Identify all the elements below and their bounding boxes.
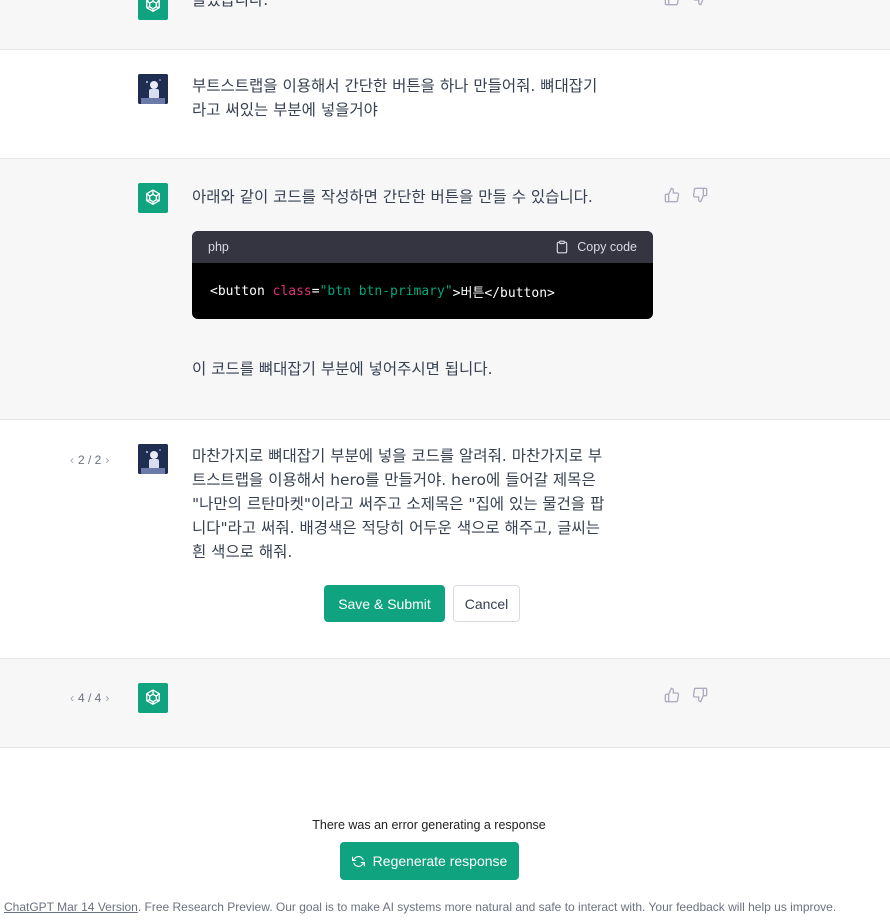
message-line: 마찬가지로 뼈대잡기 부분에 넣을 코드를 알려줘. 마찬가지로 부: [192, 447, 603, 465]
avatar: [138, 74, 168, 104]
thumbs-down-icon[interactable]: [692, 187, 708, 203]
assistant-intro-text: 아래와 같이 코드를 작성하면 간단한 버튼을 만들 수 있습니다.: [192, 188, 593, 206]
feedback-buttons: [664, 187, 708, 203]
clipboard-icon: [556, 240, 568, 254]
assistant-outro-text: 이 코드를 뼈대잡기 부분에 넣어주시면 됩니다.: [192, 360, 493, 378]
assistant-message: 아래와 같이 코드를 작성하면 간단한 버튼을 만들 수 있습니다. php C…: [0, 159, 890, 420]
thumbs-down-icon[interactable]: [692, 687, 708, 703]
message-line: 흰 색으로 해줘.: [192, 543, 293, 561]
code-block: php Copy code <button class = "btn btn-pri…: [192, 231, 653, 319]
assistant-avatar: [138, 683, 168, 713]
chevron-left-icon[interactable]: ‹: [70, 691, 74, 705]
version-link[interactable]: ChatGPT Mar 14 Version: [4, 900, 138, 914]
code-content: <button class = "btn btn-primary" >버튼</butt…: [192, 263, 653, 319]
message-line: "나만의 르탄마켓"이라고 써주고 소제목은 "집에 있는 물건을 팝: [192, 495, 605, 513]
user-message-editing: ‹ 2 / 2 › 마찬가지로 뼈대잡기 부분에 넣을 코드를 알려줘. 마찬가…: [0, 420, 890, 659]
code-header: php Copy code: [192, 231, 653, 263]
thumbs-up-icon[interactable]: [664, 187, 680, 203]
message-pager: ‹ 4 / 4 ›: [70, 691, 109, 705]
code-inner: >버튼</button>: [452, 285, 555, 301]
openai-logo-icon: [146, 689, 160, 705]
assistant-avatar: [138, 0, 168, 20]
message-line: 니다"라고 써줘. 배경색은 적당히 어두운 색으로 해주고, 글씨는: [192, 519, 600, 537]
user-message-text: 부트스트랩을 이용해서 간단한 버튼을 하나 만들어줘. 뼈대잡기 라고 써있는…: [192, 74, 654, 122]
feedback-buttons: [664, 0, 708, 6]
avatar: [138, 444, 168, 474]
save-submit-button[interactable]: Save & Submit: [324, 585, 445, 622]
regenerate-label: Regenerate response: [372, 853, 508, 869]
code-tag-open: <button: [210, 283, 273, 299]
code-attr-name: class: [272, 283, 312, 299]
thumbs-up-icon[interactable]: [664, 687, 680, 703]
footer-disclaimer: ChatGPT Mar 14 Version. Free Research Pr…: [4, 900, 836, 914]
assistant-avatar: [138, 183, 168, 213]
user-avatar-image: [138, 74, 168, 104]
user-avatar-image: [138, 444, 168, 474]
chevron-right-icon[interactable]: ›: [105, 691, 109, 705]
chevron-right-icon[interactable]: ›: [105, 453, 109, 467]
cancel-button[interactable]: Cancel: [453, 585, 520, 622]
regenerate-response-button[interactable]: Regenerate response: [340, 842, 519, 880]
refresh-icon: [351, 855, 365, 867]
pager-text: 2 / 2: [78, 453, 102, 467]
feedback-buttons: [664, 687, 708, 703]
assistant-message-prev: 들었습니다.: [0, 0, 890, 50]
code-equals: =: [311, 283, 320, 299]
message-line: 부트스트랩을 이용해서 간단한 버튼을 하나 만들어줘. 뼈대잡기: [192, 77, 598, 95]
openai-logo-icon: [146, 189, 160, 205]
thumbs-down-icon[interactable]: [692, 0, 708, 6]
copy-code-label: Copy code: [577, 240, 637, 254]
message-pager: ‹ 2 / 2 ›: [70, 453, 109, 467]
openai-logo-icon: [146, 0, 160, 12]
chevron-left-icon[interactable]: ‹: [70, 453, 74, 467]
error-message: There was an error generating a response: [312, 818, 546, 832]
assistant-message-empty: ‹ 4 / 4 ›: [0, 659, 890, 748]
footer-text: . Free Research Preview. Our goal is to …: [137, 900, 837, 914]
thumbs-up-icon[interactable]: [664, 0, 680, 6]
message-line: 라고 써있는 부분에 넣을거야: [192, 101, 378, 119]
pager-text: 4 / 4: [78, 691, 102, 705]
edit-textarea[interactable]: 마찬가지로 뼈대잡기 부분에 넣을 코드를 알려줘. 마찬가지로 부 트스트랩을…: [192, 444, 654, 564]
code-language: php: [208, 240, 229, 254]
message-line: 트스트랩을 이용해서 hero를 만들거야. hero에 들어갈 제목은: [192, 471, 596, 489]
code-attr-value: "btn btn-primary": [319, 283, 453, 299]
assistant-message-text: 들었습니다.: [192, 0, 269, 9]
copy-code-button[interactable]: Copy code: [555, 240, 637, 254]
user-message: 부트스트랩을 이용해서 간단한 버튼을 하나 만들어줘. 뼈대잡기 라고 써있는…: [0, 50, 890, 159]
